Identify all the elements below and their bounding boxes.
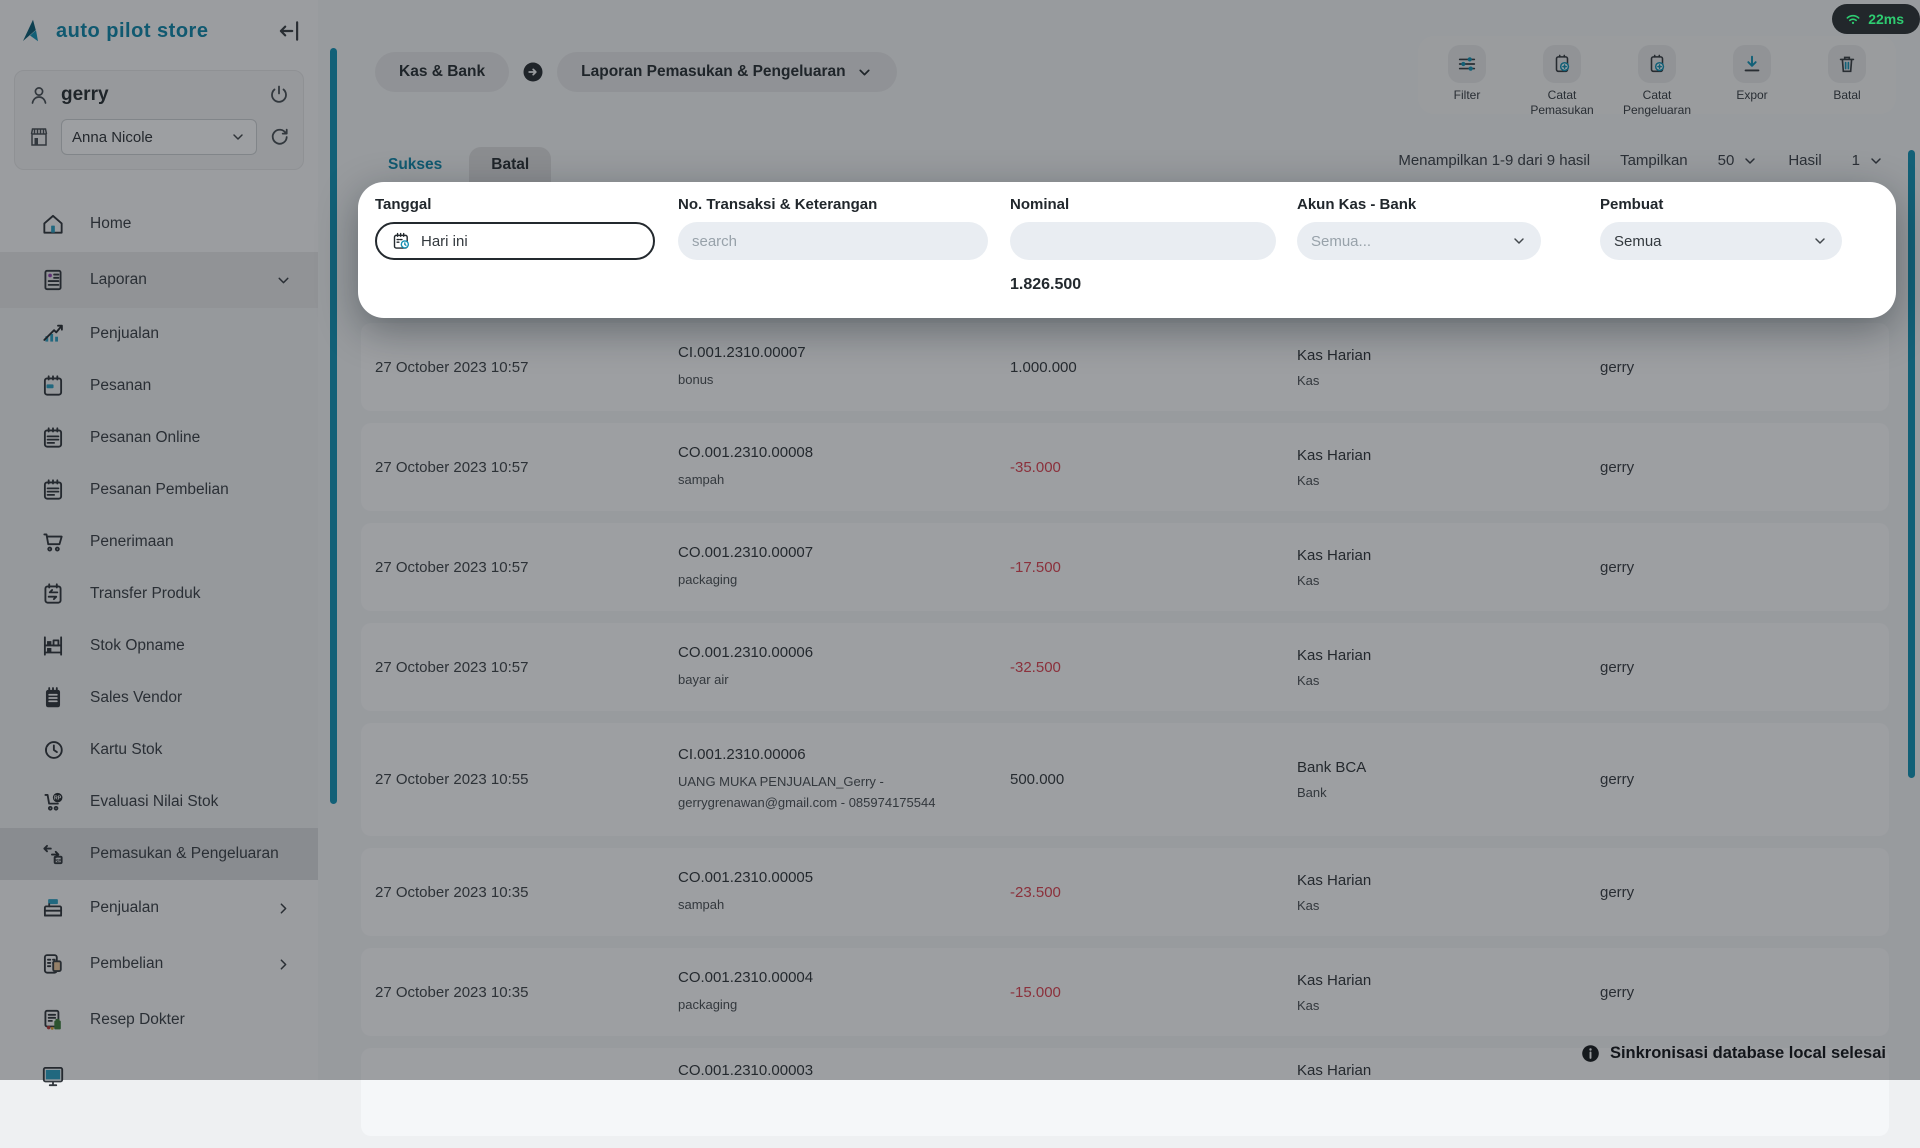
latency-badge: 22ms — [1832, 4, 1920, 34]
account-select[interactable]: Semua... — [1297, 222, 1541, 260]
creator-select-value: Semua — [1614, 233, 1662, 250]
filter-nominal-label: Nominal — [1010, 196, 1276, 213]
filter-account-label: Akun Kas - Bank — [1297, 196, 1541, 213]
nominal-input[interactable] — [1010, 222, 1276, 260]
date-filter-value: Hari ini — [421, 233, 468, 250]
nominal-total: 1.826.500 — [1010, 276, 1276, 294]
chevron-down-icon — [1812, 233, 1828, 249]
search-input[interactable] — [678, 222, 988, 260]
modal-overlay[interactable] — [0, 0, 1920, 1080]
creator-select[interactable]: Semua — [1600, 222, 1842, 260]
filter-search-label: No. Transaksi & Keterangan — [678, 196, 988, 213]
latency-value: 22ms — [1868, 11, 1904, 27]
date-filter-input[interactable]: Hari ini — [375, 222, 655, 260]
calendar-clock-icon — [391, 231, 412, 252]
filter-panel: Tanggal Hari ini No. Transaksi & Keteran… — [358, 182, 1896, 318]
account-select-value: Semua... — [1311, 233, 1371, 250]
wifi-icon — [1844, 10, 1862, 28]
filter-creator-label: Pembuat — [1600, 196, 1842, 213]
filter-date-label: Tanggal — [375, 196, 655, 213]
chevron-down-icon — [1511, 233, 1527, 249]
